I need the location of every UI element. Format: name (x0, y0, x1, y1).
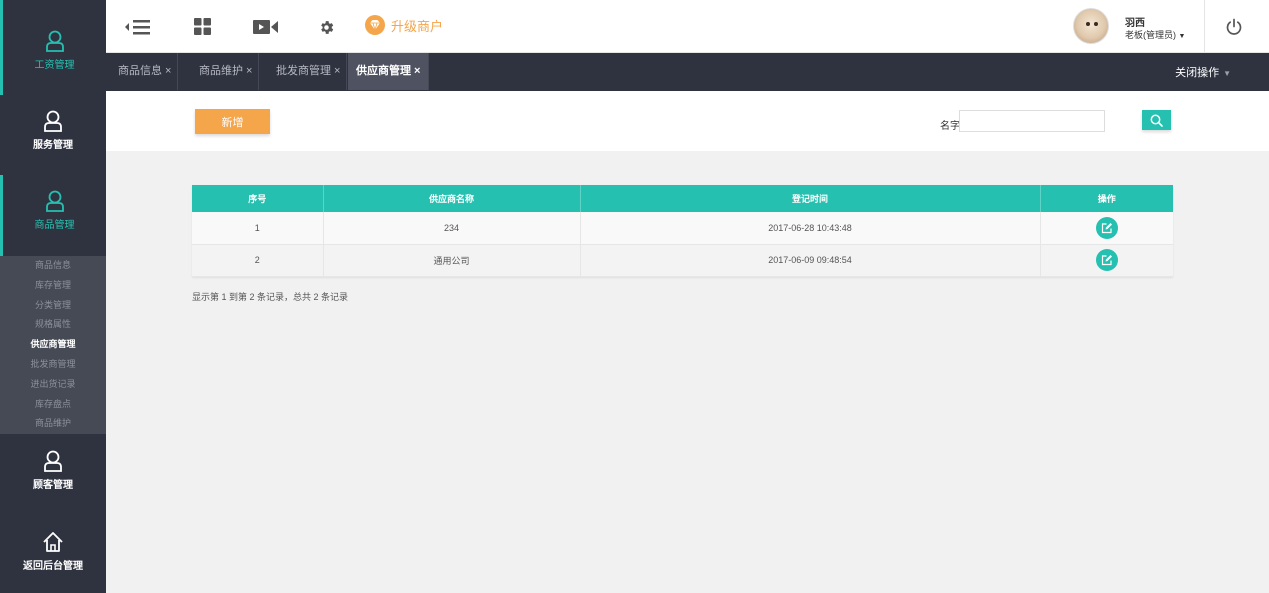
sidebar-item-back-admin[interactable]: 返回后台管理 (0, 531, 106, 581)
user-role-label: 老板(管理员) (1125, 30, 1176, 40)
cell-index: 2 (192, 244, 324, 277)
sidebar-item-label: 服务管理 (33, 140, 73, 151)
tab-supplier[interactable]: 供应商管理 × (348, 53, 430, 90)
submenu-item-spec[interactable]: 规格属性 (0, 315, 106, 335)
cell-index: 1 (192, 212, 324, 245)
edit-icon (1101, 255, 1112, 266)
table-row: 1 234 2017-06-28 10:43:48 (192, 212, 1173, 245)
sidebar-item-service[interactable]: 服务管理 (0, 110, 106, 165)
column-header-actions: 操作 (1040, 185, 1173, 212)
submenu-item-stocktake[interactable]: 库存盘点 (0, 395, 106, 415)
table-row: 2 通用公司 2017-06-09 09:48:54 (192, 244, 1173, 277)
edit-button[interactable] (1095, 216, 1118, 239)
power-icon[interactable] (1225, 18, 1243, 36)
submenu-item-category[interactable]: 分类管理 (0, 296, 106, 316)
close-ops-label: 关闭操作 (1175, 67, 1220, 79)
search-icon (1150, 114, 1163, 127)
sidebar-item-salary[interactable]: 工资管理 (0, 0, 106, 95)
close-operations-dropdown[interactable]: 关闭操作 ▼ (1175, 53, 1231, 90)
name-search-input[interactable] (959, 110, 1105, 132)
divider (1204, 0, 1205, 53)
column-header-time[interactable]: 登记时间 (580, 185, 1041, 212)
sidebar-item-goods[interactable]: 商品管理 (0, 175, 106, 256)
upgrade-label: 升级商户 (391, 18, 444, 34)
user-icon (44, 450, 62, 472)
cell-actions (1040, 244, 1173, 277)
user-name: 羽西 (1125, 18, 1145, 29)
submenu-item-wholesaler[interactable]: 批发商管理 (0, 355, 106, 375)
user-icon (45, 190, 64, 212)
upgrade-merchant-link[interactable]: 升级商户 (365, 15, 443, 35)
add-button[interactable]: 新增 (195, 109, 270, 134)
cell-name: 234 (323, 212, 581, 245)
home-icon (43, 532, 63, 552)
sidebar: 工资管理 服务管理 商品管理 商品信息 库存管理 分类管理 规格属性 供应商管理… (0, 0, 106, 593)
video-icon[interactable] (253, 19, 279, 35)
submenu-item-inventory[interactable]: 库存管理 (0, 276, 106, 296)
goods-submenu: 商品信息 库存管理 分类管理 规格属性 供应商管理 批发商管理 进出货记录 库存… (0, 256, 106, 434)
user-icon (45, 30, 64, 52)
supplier-table: 序号 供应商名称 登记时间 操作 1 234 2017-06-28 10:43:… (192, 185, 1173, 277)
user-icon (44, 110, 62, 132)
cell-actions (1040, 212, 1173, 245)
sidebar-item-label: 返回后台管理 (23, 561, 83, 572)
chevron-down-icon: ▼ (1178, 33, 1186, 40)
pagination-info: 显示第 1 到第 2 条记录，总共 2 条记录 (192, 292, 349, 302)
column-header-index[interactable]: 序号 (192, 185, 324, 212)
tab-goods-maintenance[interactable]: 商品维护 × (193, 53, 260, 90)
user-role-dropdown[interactable]: 老板(管理员) ▼ (1125, 28, 1185, 41)
tab-bar: 商品信息 × 商品维护 × 批发商管理 × 供应商管理 × 关闭操作 ▼ (106, 53, 1269, 91)
menu-collapse-icon[interactable] (124, 18, 152, 36)
cell-name: 通用公司 (323, 244, 581, 277)
diamond-icon (365, 15, 385, 35)
toolbar-panel: 新增 名字: (106, 91, 1269, 151)
tab-wholesaler[interactable]: 批发商管理 × (270, 53, 348, 90)
column-header-name[interactable]: 供应商名称 (323, 185, 581, 212)
cell-time: 2017-06-09 09:48:54 (580, 244, 1041, 277)
top-header: 升级商户 羽西 老板(管理员) ▼ (106, 0, 1269, 53)
sidebar-item-label: 商品管理 (34, 220, 75, 231)
edit-icon (1101, 222, 1112, 233)
submenu-item-maintenance[interactable]: 商品维护 (0, 414, 106, 434)
gear-icon[interactable] (318, 19, 335, 36)
sidebar-item-customer[interactable]: 顾客管理 (0, 450, 106, 500)
submenu-item-stock-records[interactable]: 进出货记录 (0, 375, 106, 395)
sidebar-item-label: 工资管理 (34, 60, 75, 71)
grid-icon[interactable] (194, 18, 211, 35)
submenu-item-supplier[interactable]: 供应商管理 (0, 335, 106, 355)
cell-time: 2017-06-28 10:43:48 (580, 212, 1041, 245)
tab-goods-info[interactable]: 商品信息 × (112, 53, 179, 90)
submenu-item-goods-info[interactable]: 商品信息 (0, 256, 106, 276)
table-header-row: 序号 供应商名称 登记时间 操作 (192, 185, 1173, 212)
avatar[interactable] (1073, 8, 1109, 44)
chevron-down-icon: ▼ (1223, 69, 1231, 78)
edit-button[interactable] (1095, 249, 1118, 271)
sidebar-item-label: 顾客管理 (33, 480, 73, 491)
search-button[interactable] (1142, 110, 1171, 130)
